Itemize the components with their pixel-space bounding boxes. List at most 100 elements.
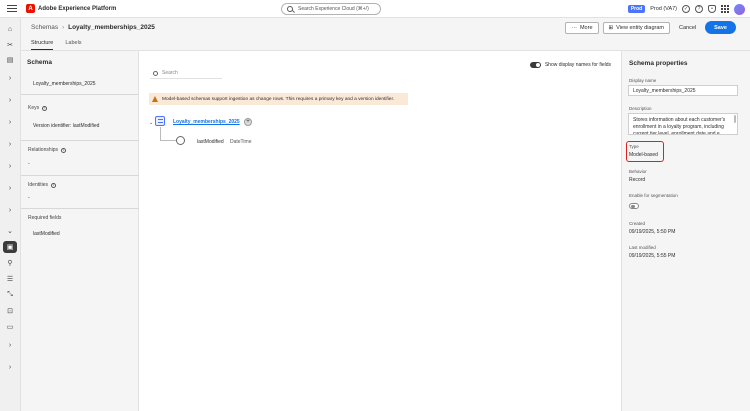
keys-section: Keys i Version identifier: lastModified (21, 95, 139, 141)
relationships-label-text: Relationships (28, 147, 59, 153)
search-icon (287, 6, 293, 12)
field-name[interactable]: lastModified (197, 139, 224, 145)
segmentation-toggle[interactable] (629, 203, 639, 209)
environment-badge[interactable]: Prod (627, 5, 646, 13)
keys-label-text: Keys (28, 105, 40, 111)
search-placeholder: Search Experience Cloud (⌘+/) (298, 6, 369, 12)
info-icon[interactable]: i (51, 182, 57, 188)
schema-object-icon (155, 116, 165, 126)
diagram-icon: ⊞ (608, 24, 614, 31)
chevron-right-icon[interactable]: › (3, 94, 17, 106)
breadcrumb-schemas[interactable]: Schemas (31, 24, 58, 31)
segmentation-label: Enable for segmentation (629, 193, 678, 198)
header-right: Prod Prod (VA7) ✓ ? • (627, 3, 745, 15)
view-entity-diagram-button[interactable]: ⊞ View entity diagram (602, 21, 671, 34)
chevron-right-icon[interactable]: › (3, 361, 17, 373)
chevron-right-icon[interactable]: › (3, 116, 17, 128)
schema-name[interactable]: Loyalty_memberships_2025 (33, 81, 96, 87)
description-value: Stores information about each customer's… (633, 117, 726, 135)
chevron-right-icon[interactable]: › (3, 339, 17, 351)
last-modified-value: 09/19/2025, 5:55 PM (629, 253, 676, 259)
search-icon (153, 70, 158, 76)
required-field-item[interactable]: lastModified (33, 231, 60, 237)
database-icon[interactable]: ☰ (3, 273, 17, 285)
schema-properties-panel: Schema properties Display name Loyalty_m… (621, 51, 750, 411)
warning-icon (152, 96, 158, 102)
chevron-right-icon[interactable]: › (3, 160, 17, 172)
display-names-toggle-label: Show display names for fields (544, 62, 611, 68)
cancel-button[interactable]: Cancel (674, 22, 701, 34)
schema-panel: Schema Loyalty_memberships_2025 Keys i Ve… (21, 51, 139, 411)
warning-text: Model-based schemas support ingestion as… (162, 96, 395, 102)
tree-root-schema[interactable]: Loyalty_memberships_2025 (173, 119, 240, 125)
schema-canvas: Search Show display names for fields Mod… (140, 51, 621, 411)
top-bar: A Adobe Experience Platform Search Exper… (0, 0, 750, 18)
display-names-toggle-row: Show display names for fields (529, 62, 611, 68)
identities-label: Identities i (28, 182, 57, 188)
breadcrumb-separator-icon: › (62, 24, 65, 31)
description-field[interactable]: Stores information about each customer's… (628, 113, 738, 135)
chevron-right-icon[interactable]: › (3, 204, 17, 216)
view-diagram-label: View entity diagram (616, 24, 665, 31)
logo-letter: A (28, 5, 33, 12)
menu-icon[interactable] (7, 5, 17, 12)
global-search-input[interactable]: Search Experience Cloud (⌘+/) (281, 3, 381, 15)
field-type: DateTime (230, 139, 252, 145)
field-node-icon[interactable] (176, 136, 185, 145)
display-name-field[interactable]: Loyalty_memberships_2025 (628, 85, 738, 96)
tree-connector (160, 140, 176, 141)
monitor-icon[interactable]: ▭ (3, 321, 17, 333)
keys-value: Version identifier: lastModified (33, 123, 100, 129)
info-icon[interactable]: i (61, 147, 67, 153)
connection-icon[interactable]: ⤡ (3, 289, 17, 301)
chevron-right-icon[interactable]: › (3, 72, 17, 84)
query-icon[interactable]: ⊡ (3, 305, 17, 317)
behavior-value: Record (629, 177, 646, 183)
identities-value: - (28, 195, 30, 201)
chevron-right-icon[interactable]: › (3, 138, 17, 150)
properties-title: Schema properties (629, 60, 688, 67)
required-fields-label: Required fields (28, 215, 62, 221)
bell-icon[interactable]: • (708, 5, 716, 13)
more-button[interactable]: ··· More (565, 21, 599, 34)
help-icon[interactable]: ? (695, 5, 703, 13)
location-pin-icon[interactable]: ⚲ (3, 257, 17, 269)
behavior-label: Behavior (629, 169, 647, 174)
workflow-icon[interactable]: ▤ (3, 54, 17, 66)
tree-connector (160, 127, 161, 141)
description-scrollbar[interactable] (734, 115, 736, 123)
notifications-check-icon[interactable]: ✓ (682, 5, 690, 13)
display-names-toggle[interactable] (529, 62, 541, 68)
type-value: Model-based (629, 152, 658, 158)
scissors-icon[interactable]: ✂ (3, 39, 17, 51)
schema-panel-title: Schema (27, 59, 52, 66)
created-label: Created (629, 221, 646, 226)
avatar[interactable] (734, 3, 745, 15)
home-icon[interactable]: ⌂ (3, 23, 17, 35)
field-search-input[interactable]: Search (150, 68, 222, 79)
identities-section: Identities i - (21, 176, 139, 209)
info-icon[interactable]: i (42, 105, 48, 111)
display-name-value: Loyalty_memberships_2025 (633, 87, 696, 94)
save-button[interactable]: Save (705, 21, 736, 34)
relationships-section: Relationships i - (21, 141, 139, 176)
relationships-value: - (28, 161, 30, 167)
description-label: Description (629, 106, 652, 111)
app-title[interactable]: Adobe Experience Platform (38, 6, 116, 12)
display-name-label: Display name (629, 78, 657, 83)
tab-bar: Structure Labels (31, 40, 82, 50)
page-title: Loyalty_memberships_2025 (68, 24, 155, 31)
tab-structure[interactable]: Structure (31, 40, 54, 50)
required-fields-section: Required fields lastModified (21, 209, 139, 245)
left-nav-rail: ⌂ ✂ ▤ › › › › › › › ⌄ ▣ ⚲ ☰ ⤡ ⊡ ▭ › › (0, 18, 21, 411)
more-label: More (579, 24, 593, 31)
chevron-right-icon[interactable]: › (3, 182, 17, 194)
schemas-icon[interactable]: ▣ (3, 241, 17, 253)
chevron-down-icon[interactable]: ⌄ (149, 120, 153, 126)
environment-name[interactable]: Prod (VA7) (650, 6, 677, 12)
chevron-down-icon[interactable]: ⌄ (3, 225, 17, 237)
breadcrumb: Schemas › Loyalty_memberships_2025 (31, 24, 155, 31)
apps-grid-icon[interactable] (721, 5, 729, 13)
tab-labels[interactable]: Labels (65, 40, 81, 50)
add-field-button[interactable]: + (244, 118, 252, 126)
